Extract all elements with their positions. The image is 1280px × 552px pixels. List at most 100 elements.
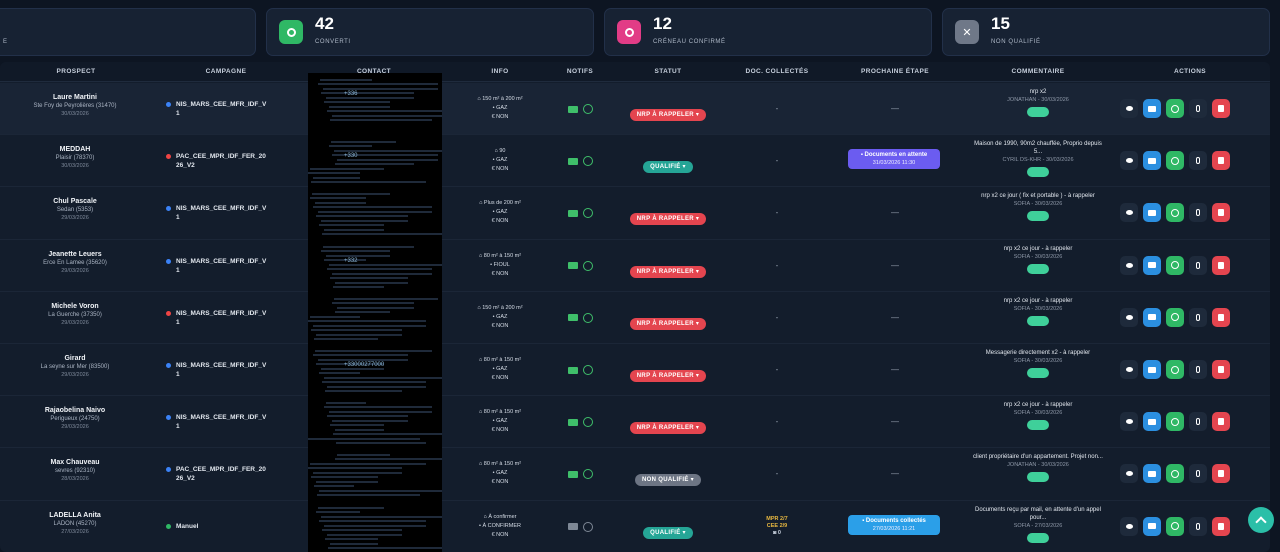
table-row[interactable]: Chul Pascale Sedan (5353) 29/03/2026 NIS… — [0, 187, 1270, 240]
delete-button[interactable] — [1212, 99, 1230, 119]
contact-cell-redacted[interactable]: +336 — [308, 73, 442, 136]
delete-button[interactable] — [1212, 412, 1230, 432]
status-cell[interactable]: NRP À RAPPELER ▾ — [612, 103, 724, 122]
call-button[interactable] — [1189, 412, 1207, 432]
status-badge[interactable]: QUALIFIÉ ▾ — [643, 161, 693, 174]
status-cell[interactable]: NRP À RAPPELER ▾ — [612, 364, 724, 383]
comment-cell[interactable]: nrp x2 JONATHAN - 30/03/2026 — [970, 88, 1106, 120]
whatsapp-button[interactable] — [1166, 464, 1184, 484]
view-button[interactable] — [1120, 203, 1138, 223]
status-badge[interactable]: NRP À RAPPELER ▾ — [629, 317, 707, 330]
prospect-cell[interactable]: Rajaobelina Naivo Perigueux (24750) 29/0… — [20, 407, 130, 430]
chat-icon[interactable] — [1027, 472, 1049, 483]
col-commentaire[interactable]: COMMENTAIRE — [998, 68, 1078, 75]
col-info[interactable]: INFO — [470, 68, 530, 75]
view-button[interactable] — [1120, 412, 1138, 432]
chat-icon[interactable] — [1027, 167, 1049, 178]
comment-cell[interactable]: nrp x2 ce jour - à rappeler SOFIA - 30/0… — [970, 401, 1106, 433]
email-button[interactable] — [1143, 360, 1161, 380]
status-badge[interactable]: NRP À RAPPELER ▾ — [629, 213, 707, 226]
stat-card-non-qualifie[interactable]: ✕ 15 NON QUALIFIÉ — [942, 8, 1270, 56]
contact-cell-redacted[interactable]: +33000277000 — [308, 344, 442, 397]
email-button[interactable] — [1143, 203, 1161, 223]
whatsapp-notif-icon[interactable] — [582, 104, 593, 115]
next-step-badge[interactable]: ▪ Documents en attente 31/03/2026 11:30 — [848, 149, 940, 170]
prospect-cell[interactable]: Jeanette Leuers Erce En Lamee (35620) 29… — [20, 251, 130, 274]
call-button[interactable] — [1189, 516, 1207, 536]
comment-cell[interactable]: nrp x2 ce jour - à rappeler SOFIA - 30/0… — [970, 245, 1106, 277]
prospect-cell[interactable]: Girard La seyne sur Mer (83500) 29/03/20… — [20, 355, 130, 378]
email-button[interactable] — [1143, 412, 1161, 432]
col-statut[interactable]: STATUT — [640, 68, 696, 75]
col-notifs[interactable]: NOTIFS — [560, 68, 600, 75]
chat-icon[interactable] — [1027, 263, 1049, 274]
whatsapp-notif-icon[interactable] — [582, 208, 593, 219]
table-row[interactable]: Girard La seyne sur Mer (83500) 29/03/20… — [0, 344, 1270, 397]
status-badge[interactable]: NRP À RAPPELER ▾ — [629, 109, 707, 122]
view-button[interactable] — [1120, 151, 1138, 171]
call-button[interactable] — [1189, 203, 1207, 223]
delete-button[interactable] — [1212, 516, 1230, 536]
call-button[interactable] — [1189, 99, 1207, 119]
prospect-cell[interactable]: Laure Martini Ste Foy de Peyrolières (31… — [20, 94, 130, 117]
email-notif-icon[interactable] — [567, 262, 578, 270]
whatsapp-button[interactable] — [1166, 516, 1184, 536]
status-badge[interactable]: NON QUALIFIÉ ▾ — [635, 474, 701, 487]
email-notif-icon[interactable] — [567, 418, 578, 426]
call-button[interactable] — [1189, 151, 1207, 171]
email-button[interactable] — [1143, 255, 1161, 275]
contact-cell-redacted[interactable] — [308, 396, 442, 449]
table-row[interactable]: Laure Martini Ste Foy de Peyrolières (31… — [0, 73, 1270, 136]
delete-button[interactable] — [1212, 464, 1230, 484]
call-button[interactable] — [1189, 307, 1207, 327]
call-button[interactable] — [1189, 464, 1207, 484]
status-cell[interactable]: NRP À RAPPELER ▾ — [612, 260, 724, 278]
chat-icon[interactable] — [1027, 315, 1049, 326]
email-notif-icon[interactable] — [567, 523, 578, 531]
table-row[interactable]: MEDDAH Plaisir (78370) 30/03/2026 PAC_CE… — [0, 135, 1270, 188]
whatsapp-button[interactable] — [1166, 307, 1184, 327]
delete-button[interactable] — [1212, 307, 1230, 327]
comment-cell[interactable]: nrp x2 ce jour ( fix et portable ) - à r… — [970, 192, 1106, 224]
col-docs[interactable]: DOC. COLLECTÉS — [737, 68, 817, 75]
delete-button[interactable] — [1212, 360, 1230, 380]
whatsapp-notif-icon[interactable] — [582, 417, 593, 428]
status-cell[interactable]: NRP À RAPPELER ▾ — [612, 416, 724, 435]
status-cell[interactable]: QUALIFIÉ ▾ — [612, 155, 724, 174]
chat-icon[interactable] — [1027, 107, 1049, 118]
prospect-cell[interactable]: Max Chauveau sevres (92310) 28/03/2026 — [20, 459, 130, 482]
prospect-cell[interactable]: Chul Pascale Sedan (5353) 29/03/2026 — [20, 198, 130, 221]
whatsapp-button[interactable] — [1166, 255, 1184, 275]
col-actions[interactable]: ACTIONS — [1160, 68, 1220, 75]
status-cell[interactable]: NON QUALIFIÉ ▾ — [612, 468, 724, 487]
whatsapp-notif-icon[interactable] — [582, 521, 593, 532]
view-button[interactable] — [1120, 516, 1138, 536]
email-notif-icon[interactable] — [567, 470, 578, 478]
prospect-cell[interactable]: MEDDAH Plaisir (78370) 30/03/2026 — [20, 146, 130, 169]
email-notif-icon[interactable] — [567, 209, 578, 217]
whatsapp-notif-icon[interactable] — [582, 469, 593, 480]
delete-button[interactable] — [1212, 203, 1230, 223]
email-notif-icon[interactable] — [567, 157, 578, 165]
email-button[interactable] — [1143, 464, 1161, 484]
comment-cell[interactable]: nrp x2 ce jour - à rappeler SOFIA - 30/0… — [970, 297, 1106, 329]
whatsapp-notif-icon[interactable] — [582, 156, 593, 167]
whatsapp-button[interactable] — [1166, 151, 1184, 171]
prospect-cell[interactable]: LADELLA Anita LADON (45270) 27/03/2026 — [20, 512, 130, 535]
status-cell[interactable]: QUALIFIÉ ▾ — [612, 521, 724, 539]
table-row[interactable]: Max Chauveau sevres (92310) 28/03/2026 P… — [0, 448, 1270, 501]
email-notif-icon[interactable] — [567, 314, 578, 322]
email-notif-icon[interactable] — [567, 366, 578, 374]
chat-icon[interactable] — [1027, 368, 1049, 379]
table-row[interactable]: Michele Voron La Guerche (37350) 29/03/2… — [0, 291, 1270, 344]
status-badge[interactable]: QUALIFIÉ ▾ — [643, 526, 693, 539]
view-button[interactable] — [1120, 255, 1138, 275]
view-button[interactable] — [1120, 99, 1138, 119]
contact-cell-redacted[interactable] — [308, 291, 442, 344]
contact-cell-redacted[interactable]: +332 — [308, 239, 442, 292]
whatsapp-button[interactable] — [1166, 412, 1184, 432]
status-badge[interactable]: NRP À RAPPELER ▾ — [629, 370, 707, 383]
email-notif-icon[interactable] — [567, 105, 578, 113]
call-button[interactable] — [1189, 255, 1207, 275]
whatsapp-button[interactable] — [1166, 203, 1184, 223]
